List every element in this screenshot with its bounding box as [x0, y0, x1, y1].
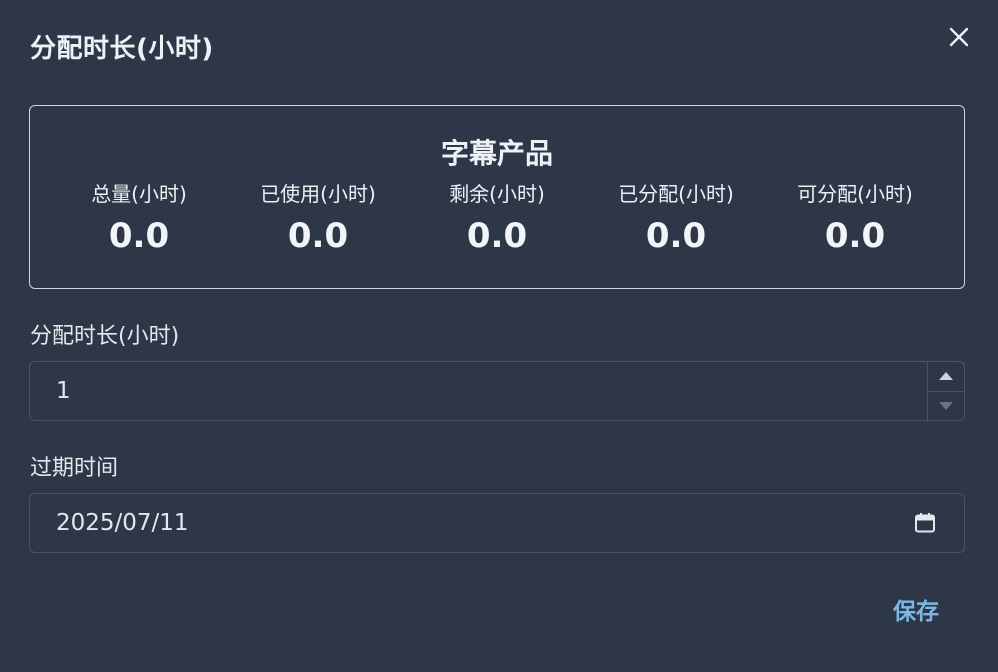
stat-label: 可分配(小时) — [797, 182, 913, 206]
stat-value: 0.0 — [824, 216, 886, 256]
stat-value: 0.0 — [287, 216, 349, 256]
chevron-up-icon — [939, 372, 953, 381]
stat-remaining: 剩余(小时) 0.0 — [412, 182, 582, 255]
stat-allocated: 已分配(小时) 0.0 — [591, 182, 761, 255]
duration-label: 分配时长(小时) — [30, 324, 180, 349]
stat-value: 0.0 — [645, 216, 707, 256]
save-button[interactable]: 保存 — [893, 592, 939, 626]
stat-value: 0.0 — [108, 216, 170, 256]
stat-label: 剩余(小时) — [449, 182, 545, 206]
stat-label: 已分配(小时) — [618, 182, 734, 206]
expiry-date-input[interactable]: 2025/07/11 — [29, 493, 965, 553]
close-button[interactable] — [944, 22, 974, 52]
stat-allocatable: 可分配(小时) 0.0 — [770, 182, 940, 255]
expiry-date-value: 2025/07/11 — [56, 510, 189, 536]
stat-total: 总量(小时) 0.0 — [54, 182, 224, 255]
expiry-label: 过期时间 — [30, 456, 119, 481]
chevron-down-icon — [939, 401, 953, 410]
stat-used: 已使用(小时) 0.0 — [233, 182, 403, 255]
close-icon — [949, 27, 969, 47]
product-name: 字幕产品 — [440, 137, 553, 170]
product-summary-card: 字幕产品 总量(小时) 0.0 已使用(小时) 0.0 剩余(小时) 0.0 已… — [29, 105, 965, 289]
stat-value: 0.0 — [466, 216, 528, 256]
duration-input[interactable]: 1 — [29, 361, 965, 421]
summary-stats: 总量(小时) 0.0 已使用(小时) 0.0 剩余(小时) 0.0 已分配(小时… — [54, 182, 940, 255]
stat-label: 已使用(小时) — [260, 182, 376, 206]
increment-button[interactable] — [928, 362, 964, 391]
dialog-title: 分配时长(小时) — [30, 34, 214, 64]
duration-value: 1 — [56, 378, 71, 404]
stat-label: 总量(小时) — [91, 182, 187, 206]
allocation-dialog: 分配时长(小时) 字幕产品 总量(小时) 0.0 已使用(小时) 0.0 剩余(… — [0, 0, 998, 672]
decrement-button[interactable] — [928, 390, 964, 421]
calendar-icon[interactable] — [914, 512, 936, 534]
duration-stepper — [927, 362, 964, 420]
